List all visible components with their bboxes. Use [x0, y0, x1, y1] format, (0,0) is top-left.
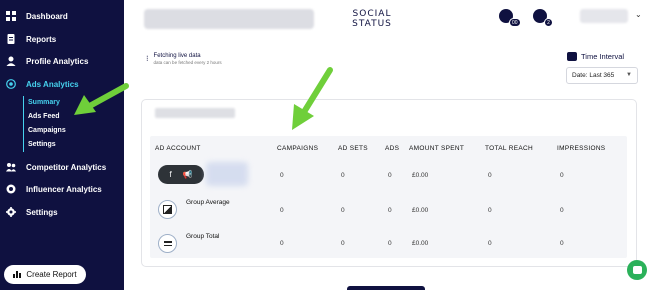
table-cell: £0.00: [412, 207, 429, 214]
sidebar-item-settings[interactable]: Settings: [6, 207, 58, 217]
sidebar-item-competitor-analytics[interactable]: Competitor Analytics: [6, 162, 106, 172]
summary-card: AD ACCOUNT CAMPAIGNS AD SETS ADS AMOUNT …: [141, 99, 637, 267]
redacted-user-name[interactable]: [580, 9, 628, 23]
redacted-card-title: [155, 108, 235, 118]
table-cell: 0: [388, 240, 392, 247]
fetch-status: ⁝ Fetching live data data can be fetched…: [146, 53, 222, 65]
subnav-campaigns[interactable]: Campaigns: [28, 127, 66, 134]
table-cell: 0: [488, 172, 492, 179]
column-header: AMOUNT SPENT: [409, 145, 465, 152]
time-interval-heading: Time Interval: [567, 52, 624, 61]
redacted-account-name: [144, 9, 314, 29]
loading-icon: ⁝: [146, 54, 149, 63]
image-icon: [158, 200, 177, 219]
facebook-icon: f: [169, 170, 172, 179]
subnav-ads-feed[interactable]: Ads Feed: [28, 113, 60, 120]
brand-logo: SOCIAL STATUS: [352, 9, 392, 29]
table-cell: 0: [488, 240, 492, 247]
ad-account-platform-pill[interactable]: f 📢: [158, 165, 204, 184]
table-cell: 0: [341, 172, 345, 179]
sidebar: Dashboard Reports Profile Analytics Ads …: [0, 0, 124, 290]
row-label: Group Average: [186, 199, 230, 206]
column-header: TOTAL REACH: [485, 145, 533, 152]
sidebar-item-dashboard[interactable]: Dashboard: [6, 11, 68, 21]
gear-icon: [6, 207, 16, 217]
column-header: ADS: [385, 145, 400, 152]
people-icon: [6, 162, 16, 172]
sidebar-item-reports[interactable]: Reports: [6, 34, 56, 44]
grid-icon: [6, 11, 16, 21]
document-icon: [6, 34, 16, 44]
submenu-indicator-line: [23, 96, 24, 152]
table-cell: 0: [341, 207, 345, 214]
sidebar-item-label: Profile Analytics: [26, 56, 89, 66]
redacted-ad-account: [206, 162, 248, 186]
megaphone-icon: 📢: [182, 170, 193, 179]
sidebar-item-label: Settings: [26, 207, 58, 217]
notification-badge: 2: [544, 18, 553, 27]
notification-badge: 00: [509, 18, 521, 27]
create-report-button[interactable]: Create Report: [4, 265, 86, 284]
target-icon: [6, 79, 16, 89]
column-header: IMPRESSIONS: [557, 145, 606, 152]
bottom-button-edge[interactable]: [347, 286, 425, 290]
table-cell: £0.00: [412, 172, 429, 179]
chat-icon[interactable]: [627, 260, 647, 280]
main-content: SOCIAL STATUS 00 2 ⌄ ⁝ Fetching live dat…: [124, 0, 650, 290]
annotation-arrow-icon: [74, 83, 129, 115]
calendar-icon: [567, 52, 577, 61]
sidebar-item-label: Ads Analytics: [26, 79, 79, 89]
table-cell: 0: [280, 172, 284, 179]
circle-icon: [6, 184, 16, 194]
chevron-down-icon: ▼: [626, 72, 632, 78]
table-cell: 0: [388, 207, 392, 214]
fetch-title: Fetching live data: [153, 53, 201, 59]
sidebar-item-label: Competitor Analytics: [26, 162, 107, 172]
table-cell: 0: [280, 240, 284, 247]
time-interval-select[interactable]: Date: Last 365 ▼: [566, 67, 638, 84]
chevron-down-icon[interactable]: ⌄: [635, 10, 642, 19]
table-cell: 0: [280, 207, 284, 214]
user-icon: [6, 56, 16, 66]
sidebar-item-label: Reports: [26, 34, 57, 44]
table-cell: 0: [341, 240, 345, 247]
table-cell: 0: [488, 207, 492, 214]
table-cell: £0.00: [412, 240, 429, 247]
table-cell: 0: [560, 207, 564, 214]
sidebar-item-profile-analytics[interactable]: Profile Analytics: [6, 56, 88, 66]
equals-icon: [158, 234, 177, 253]
bar-chart-icon: [13, 271, 22, 278]
sidebar-item-ads-analytics[interactable]: Ads Analytics: [6, 79, 79, 89]
fetch-subtitle: data can be fetched every 2 hours: [153, 60, 222, 65]
sidebar-item-label: Influencer Analytics: [26, 184, 102, 194]
row-label: Group Total: [186, 233, 220, 240]
column-header: AD SETS: [338, 145, 368, 152]
table-cell: 0: [560, 172, 564, 179]
subnav-settings[interactable]: Settings: [28, 141, 56, 148]
column-header: CAMPAIGNS: [277, 145, 319, 152]
create-report-label: Create Report: [26, 270, 77, 279]
sidebar-item-influencer-analytics[interactable]: Influencer Analytics: [6, 184, 102, 194]
column-header: AD ACCOUNT: [155, 145, 201, 152]
sidebar-item-label: Dashboard: [26, 11, 68, 21]
table-cell: 0: [560, 240, 564, 247]
annotation-arrow-icon: [292, 67, 333, 130]
subnav-summary[interactable]: Summary: [28, 99, 60, 106]
table-cell: 0: [388, 172, 392, 179]
